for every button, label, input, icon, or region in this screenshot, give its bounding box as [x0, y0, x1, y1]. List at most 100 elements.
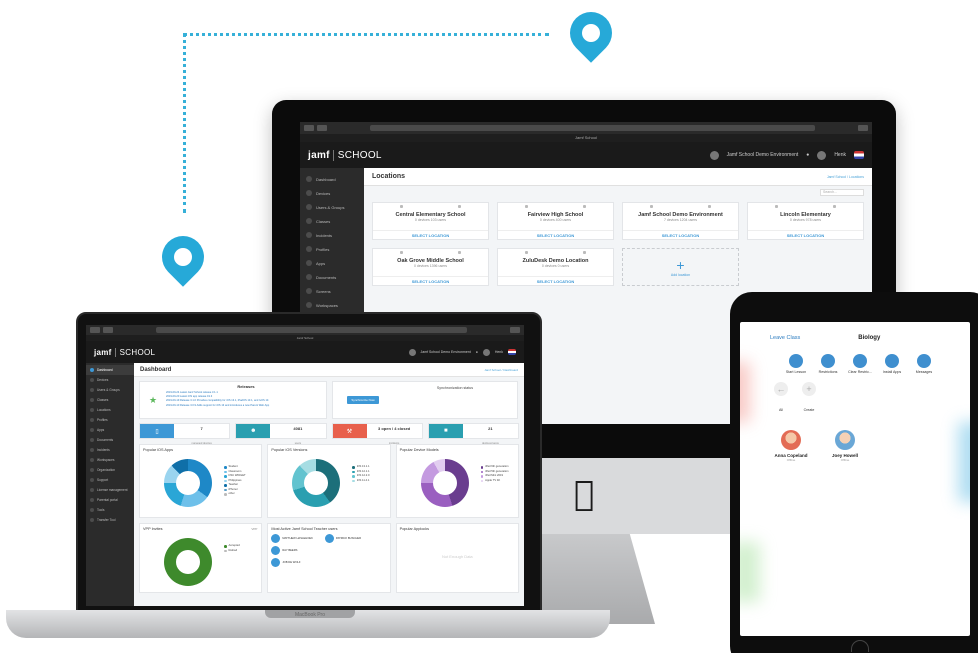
user-icon: [582, 251, 586, 254]
select-location-button[interactable]: SELECT LOCATION: [498, 230, 613, 239]
location-card[interactable]: Central Elementary School 0 devices 103 …: [372, 202, 489, 240]
sidebar-item-label: Organization: [97, 468, 116, 472]
breadcrumb[interactable]: Jamf School / Dashboard: [484, 368, 518, 372]
user-avatar[interactable]: [482, 348, 490, 356]
ios-versions-donut[interactable]: [292, 459, 341, 507]
messages-button[interactable]: Messages: [915, 354, 933, 374]
users-icon: ☻: [236, 424, 271, 438]
group-filters: ← All + Create: [740, 374, 970, 416]
synchronize-button[interactable]: Synchronize Now: [347, 396, 379, 404]
language-flag-icon[interactable]: [854, 151, 864, 159]
location-card[interactable]: Lincoln Elementary 0 devices 978 users S…: [747, 202, 864, 240]
sidebar-item-incidents[interactable]: Incidents: [300, 228, 364, 242]
sidebar-item-users[interactable]: Users & Groups: [300, 200, 364, 214]
environment-selector[interactable]: Jamf School Demo Environment: [421, 350, 471, 354]
sidebar-item-screens[interactable]: Screens: [300, 284, 364, 298]
teacher-item[interactable]: MATTHEW HASLEHOEK: [271, 534, 313, 543]
select-location-button[interactable]: SELECT LOCATION: [748, 230, 863, 239]
sidebar-item-workspaces[interactable]: Workspaces: [86, 455, 134, 465]
jamf-logo[interactable]: jamf SCHOOL: [308, 149, 382, 161]
language-flag-icon[interactable]: [508, 349, 516, 355]
release-link[interactable]: 2019-09-10 Release 3.0.9 Adds support fo…: [166, 404, 326, 408]
restrictions-button[interactable]: Restrictions: [819, 354, 837, 374]
student-tile[interactable]: Joey Howell Offline: [830, 430, 860, 462]
breadcrumb[interactable]: Jamf School / Locations: [827, 175, 864, 179]
lock-icon: [821, 354, 835, 368]
install-apps-button[interactable]: Install Apps: [883, 354, 901, 374]
sidebar-item-dashboard[interactable]: Dashboard: [86, 365, 134, 375]
sidebar-item-locations[interactable]: Locations: [86, 405, 134, 415]
stat-card[interactable]: ▯ 7managed devices: [139, 423, 231, 445]
location-card[interactable]: Fairview High School 0 devices 400 users…: [497, 202, 614, 240]
vpp-donut[interactable]: [164, 538, 212, 586]
forward-button[interactable]: [103, 327, 113, 333]
user-avatar[interactable]: [817, 150, 827, 160]
stat-card[interactable]: ⚒ 3 open / 4 closed incidents: [331, 423, 423, 445]
sidebar-item-profiles[interactable]: Profiles: [300, 242, 364, 256]
sidebar-item-apps[interactable]: Apps: [86, 425, 134, 435]
sidebar-item-license[interactable]: License management: [86, 485, 134, 495]
sidebar-item-incidents[interactable]: Incidents: [86, 445, 134, 455]
sidebar-item-profiles[interactable]: Profiles: [86, 415, 134, 425]
panel-title[interactable]: Popular Device Models: [400, 448, 515, 452]
share-button[interactable]: [858, 125, 868, 131]
stat-card[interactable]: ■ 21deployed apps: [427, 423, 519, 445]
sidebar-item-devices[interactable]: Devices: [86, 375, 134, 385]
user-name[interactable]: Henk: [834, 152, 846, 158]
teacher-item[interactable]: PATRICK BUSCHER: [324, 534, 361, 543]
device-models-donut[interactable]: [420, 459, 469, 507]
url-bar[interactable]: [156, 327, 467, 333]
select-location-button[interactable]: SELECT LOCATION: [373, 276, 488, 285]
back-button[interactable]: [90, 327, 100, 333]
sidebar-item-support[interactable]: Support: [86, 475, 134, 485]
sidebar-item-parental[interactable]: Parental portal: [86, 495, 134, 505]
filter-create[interactable]: + Create: [802, 382, 816, 416]
home-button[interactable]: [851, 640, 869, 652]
start-lesson-button[interactable]: Start Lesson: [786, 354, 806, 374]
sidebar-item-users[interactable]: Users & Groups: [86, 385, 134, 395]
student-tile[interactable]: Anna Copeland Offline: [774, 430, 808, 462]
forward-button[interactable]: [317, 125, 327, 131]
sidebar-item-documents[interactable]: Documents: [300, 270, 364, 284]
ios-apps-panel: Popular iOS Apps Student Classroom DSC W…: [139, 444, 263, 518]
back-button[interactable]: [304, 125, 314, 131]
sidebar-item-apps[interactable]: Apps: [300, 256, 364, 270]
teacher-item[interactable]: JOB DE WOLF: [271, 558, 313, 567]
add-location-button[interactable]: + Add location: [622, 248, 739, 286]
user-name[interactable]: Henk: [495, 350, 503, 354]
environment-selector[interactable]: Jamf School Demo Environment: [727, 152, 799, 158]
jamf-logo[interactable]: jamf SCHOOL: [94, 347, 156, 357]
device-icon: [775, 205, 779, 208]
sidebar-item-tools[interactable]: Tools: [86, 505, 134, 515]
leave-class-button[interactable]: Leave Class: [770, 335, 800, 341]
bell-icon[interactable]: ●: [476, 350, 478, 354]
sidebar-item-classes[interactable]: Classes: [300, 214, 364, 228]
select-location-button[interactable]: SELECT LOCATION: [623, 230, 738, 239]
sidebar-item-classes[interactable]: Classes: [86, 395, 134, 405]
ios-apps-donut[interactable]: [164, 459, 212, 507]
share-button[interactable]: [510, 327, 520, 333]
clear-restrictions-button[interactable]: Clear Restric...: [848, 354, 872, 374]
location-card[interactable]: ZuluDesk Demo Location 0 devices 0 users…: [497, 248, 614, 286]
location-card[interactable]: Oak Grove Middle School 0 devices 1396 u…: [372, 248, 489, 286]
teacher-item[interactable]: RAY BEERS: [271, 546, 313, 555]
select-location-button[interactable]: SELECT LOCATION: [498, 276, 613, 285]
sidebar-item-transfer[interactable]: Transfer Tool: [86, 515, 134, 525]
url-bar[interactable]: [370, 125, 815, 131]
panel-title[interactable]: Popular iOS Versions: [271, 448, 386, 452]
location-card[interactable]: Jamf School Demo Environment 7 devices 1…: [622, 202, 739, 240]
sidebar-item-documents[interactable]: Documents: [86, 435, 134, 445]
panel-title[interactable]: Popular iOS Apps: [143, 448, 258, 452]
vpp-link[interactable]: VPP: [251, 527, 257, 531]
search-input[interactable]: Search...: [820, 189, 864, 196]
select-location-button[interactable]: SELECT LOCATION: [373, 230, 488, 239]
sidebar-item-dashboard[interactable]: Dashboard: [300, 172, 364, 186]
sidebar-item-devices[interactable]: Devices: [300, 186, 364, 200]
sidebar-item-organization[interactable]: Organization: [86, 465, 134, 475]
student-list: Anna Copeland Offline Joey Howell Offlin…: [740, 416, 970, 462]
filter-all[interactable]: ← All: [774, 382, 788, 416]
transfer-icon: [90, 518, 94, 522]
sidebar-item-workspaces[interactable]: Workspaces: [300, 298, 364, 312]
stat-card[interactable]: ☻ 4081users: [235, 423, 327, 445]
bell-icon[interactable]: ●: [806, 152, 809, 158]
